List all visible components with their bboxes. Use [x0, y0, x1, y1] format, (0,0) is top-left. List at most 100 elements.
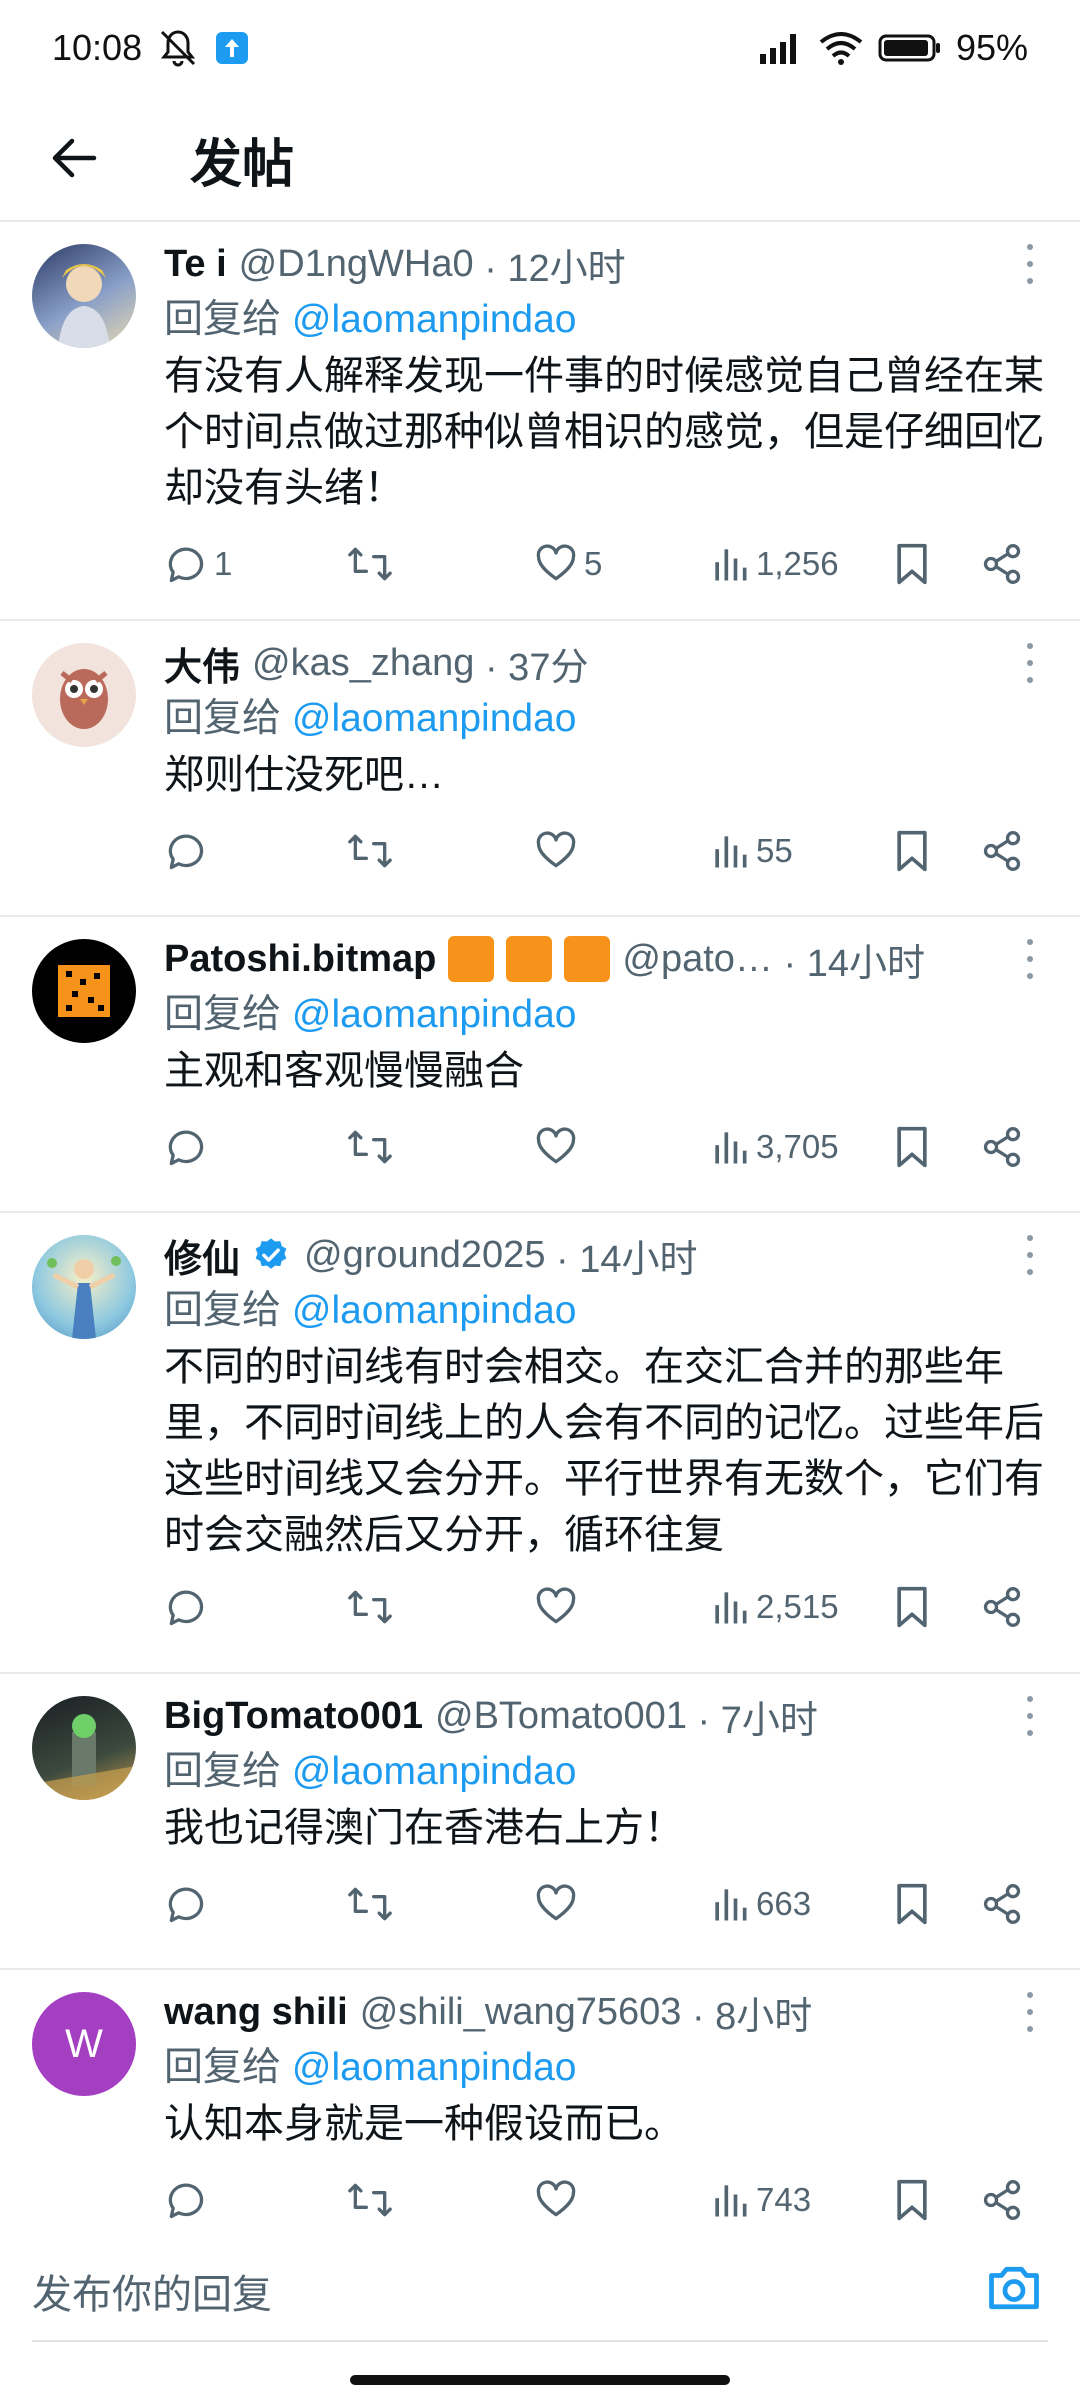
author-name[interactable]: 修仙 [164, 1228, 240, 1283]
bookmark-button[interactable] [892, 1577, 932, 1637]
retweet-button[interactable] [346, 1577, 400, 1637]
bookmark-button[interactable] [892, 534, 932, 594]
home-indicator[interactable] [350, 2375, 730, 2385]
share-icon [983, 1884, 1021, 1924]
signal-icon [758, 30, 804, 66]
author-name[interactable]: Te i [164, 243, 227, 286]
reply-input[interactable]: 发布你的回复 [32, 2262, 272, 2320]
author-handle[interactable]: @pato… [622, 938, 773, 981]
views-button[interactable]: 3,705 [710, 1117, 839, 1177]
reply-to-mention[interactable]: @laomanpindao [292, 1750, 577, 1793]
reply-to-mention[interactable]: @laomanpindao [292, 298, 577, 341]
views-button[interactable]: 2,515 [710, 1577, 839, 1637]
post-text: 有没有人解释发现一件事的时候感觉自己曾经在某个时间点做过那种似曾相识的感觉，但是… [164, 354, 1044, 510]
back-button[interactable] [44, 128, 104, 188]
more-options-button[interactable] [1020, 643, 1040, 683]
avatar[interactable]: W [32, 1992, 136, 2096]
author-name[interactable]: 大伟 [164, 636, 240, 691]
share-button[interactable] [980, 821, 1024, 881]
author-name[interactable]: BigTomato001 [164, 1695, 423, 1738]
reply-button[interactable] [164, 2170, 214, 2222]
reply-post[interactable]: 修仙 @ground2025 · 14小时 回复给 @laomanpindao … [0, 1213, 1080, 1674]
like-button[interactable] [534, 2170, 584, 2222]
views-button[interactable]: 55 [710, 821, 793, 881]
retweet-icon [348, 1130, 392, 1164]
reply-button[interactable] [164, 1117, 214, 1177]
post-actions: 3,705 [164, 1117, 1056, 1177]
share-button[interactable] [980, 1874, 1024, 1934]
reply-button[interactable] [164, 1577, 214, 1637]
share-button[interactable] [980, 534, 1024, 594]
author-handle[interactable]: @D1ngWHa0 [239, 243, 474, 286]
reply-button[interactable] [164, 821, 214, 881]
views-chart-icon [715, 1592, 747, 1624]
views-button[interactable]: 743 [710, 2170, 811, 2222]
reply-to-mention[interactable]: @laomanpindao [292, 993, 577, 1036]
replies-feed: Te i @D1ngWHa0 · 12小时 回复给 @laomanpindao … [0, 222, 1080, 2222]
status-time: 10:08 [52, 27, 143, 68]
verified-badge-icon [252, 1236, 290, 1274]
avatar[interactable] [32, 1235, 136, 1339]
bookmark-icon [897, 1586, 927, 1628]
like-button[interactable] [534, 1117, 584, 1177]
camera-icon [989, 2266, 1039, 2310]
reply-to-line: 回复给 @laomanpindao [164, 2046, 577, 2089]
views-chart-icon [715, 2185, 747, 2217]
retweet-button[interactable] [346, 1117, 400, 1177]
like-button[interactable] [534, 821, 584, 881]
avatar[interactable] [32, 1696, 136, 1800]
share-button[interactable] [980, 2170, 1024, 2222]
share-button[interactable] [980, 1117, 1024, 1177]
retweet-icon [348, 547, 392, 581]
retweet-button[interactable] [346, 821, 400, 881]
avatar[interactable] [32, 244, 136, 348]
bookmark-button[interactable] [892, 1874, 932, 1934]
author-name[interactable]: wang shili [164, 1991, 348, 2034]
reply-to-mention[interactable]: @laomanpindao [292, 697, 577, 740]
more-options-button[interactable] [1020, 244, 1040, 284]
reply-to-mention[interactable]: @laomanpindao [292, 2046, 577, 2089]
author-handle[interactable]: @ground2025 [304, 1234, 545, 1277]
reply-post[interactable]: Patoshi.bitmap @pato… · 14小时 回复给 @laoman… [0, 917, 1080, 1213]
bookmark-icon [897, 1126, 927, 1168]
reply-button[interactable] [164, 1874, 214, 1934]
bookmark-button[interactable] [892, 2170, 932, 2222]
post-time: · 14小时 [556, 1238, 698, 1281]
reply-post[interactable]: W wang shili @shili_wang75603 · 8小时 回复给 … [0, 1970, 1080, 2222]
bookmark-button[interactable] [892, 821, 932, 881]
post-actions: 743 [164, 2170, 1056, 2222]
views-button[interactable]: 1,256 [710, 534, 839, 594]
retweet-button[interactable] [346, 1874, 400, 1934]
more-options-button[interactable] [1020, 939, 1040, 979]
reply-to-line: 回复给 @laomanpindao [164, 993, 577, 1036]
like-button[interactable]: 5 [534, 534, 602, 594]
author-handle[interactable]: @kas_zhang [252, 642, 474, 685]
more-options-button[interactable] [1020, 1696, 1040, 1736]
view-count: 3,705 [756, 1128, 839, 1165]
heart-icon [536, 2180, 576, 2217]
reply-count: 1 [214, 545, 233, 582]
reply-post[interactable]: BigTomato001 @BTomato001 · 7小时 回复给 @laom… [0, 1674, 1080, 1970]
retweet-button[interactable] [346, 2170, 400, 2222]
camera-button[interactable] [984, 2258, 1044, 2318]
bookmark-icon [897, 830, 927, 872]
reply-post[interactable]: Te i @D1ngWHa0 · 12小时 回复给 @laomanpindao … [0, 222, 1080, 621]
avatar[interactable] [32, 939, 136, 1043]
composer-divider [32, 2340, 1048, 2342]
views-button[interactable]: 663 [710, 1874, 811, 1934]
reply-post[interactable]: 大伟 @kas_zhang · 37分 回复给 @laomanpindao 郑则… [0, 621, 1080, 917]
more-options-button[interactable] [1020, 1235, 1040, 1275]
author-handle[interactable]: @shili_wang75603 [360, 1991, 682, 2034]
bookmark-button[interactable] [892, 1117, 932, 1177]
reply-to-line: 回复给 @laomanpindao [164, 1289, 577, 1332]
like-button[interactable] [534, 1874, 584, 1934]
retweet-button[interactable] [346, 534, 400, 594]
author-handle[interactable]: @BTomato001 [435, 1695, 687, 1738]
reply-to-mention[interactable]: @laomanpindao [292, 1289, 577, 1332]
avatar[interactable] [32, 643, 136, 747]
reply-button[interactable]: 1 [164, 534, 232, 594]
like-button[interactable] [534, 1577, 584, 1637]
more-options-button[interactable] [1020, 1992, 1040, 2032]
author-name[interactable]: Patoshi.bitmap [164, 938, 436, 981]
share-button[interactable] [980, 1577, 1024, 1637]
